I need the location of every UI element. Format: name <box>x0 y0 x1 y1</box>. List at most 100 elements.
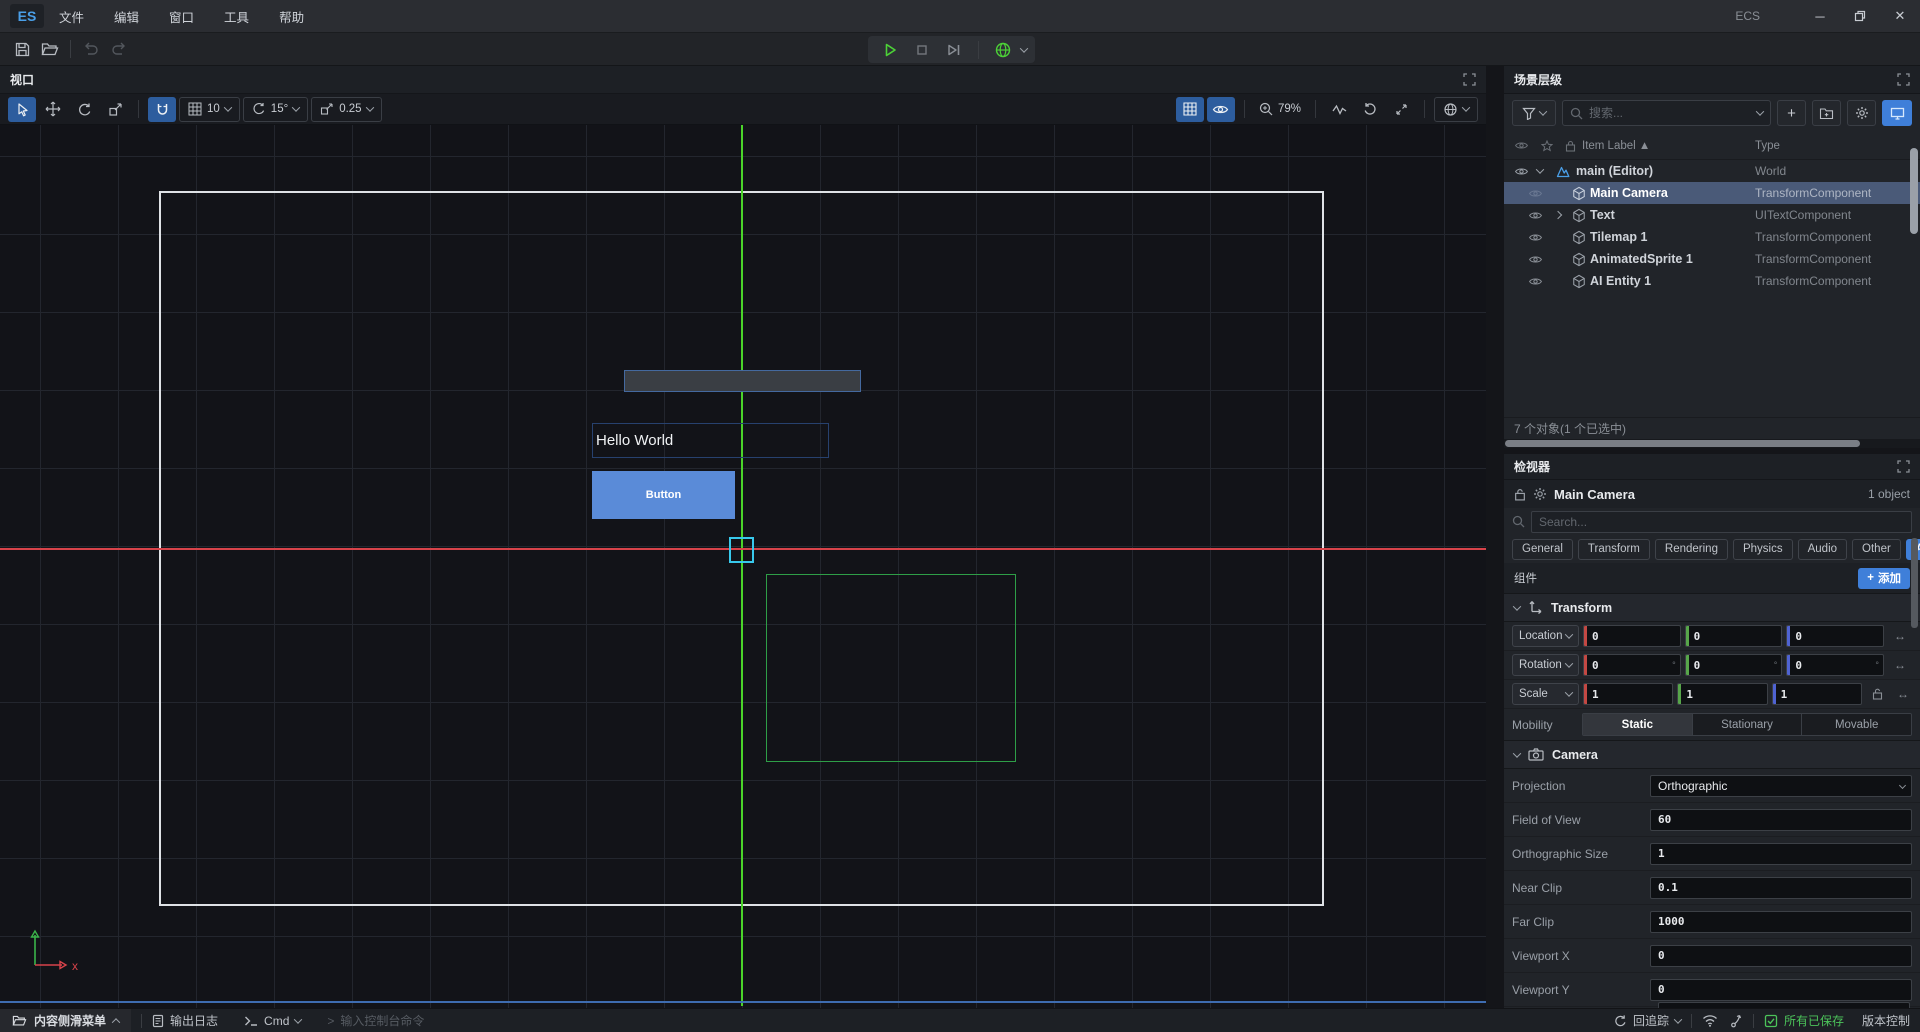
location-z-field[interactable]: 0 <box>1786 625 1884 647</box>
lock-object-icon[interactable] <box>1514 488 1526 501</box>
rotation-mode-dropdown[interactable]: Rotation <box>1512 654 1579 676</box>
inspector-vscrollbar[interactable] <box>1911 538 1918 628</box>
angle-snap-dropdown[interactable]: 15° <box>243 97 308 122</box>
rotation-z-field[interactable]: 0° <box>1786 654 1884 676</box>
tilemap-bounds-rect[interactable] <box>766 574 1016 762</box>
reset-location-icon[interactable]: ↔ <box>1888 629 1912 643</box>
far-clip-field[interactable]: 1000 <box>1650 911 1912 933</box>
unlock-scale-icon[interactable] <box>1866 688 1890 700</box>
panel-splitter[interactable] <box>1486 66 1504 1008</box>
hierarchy-hscrollbar[interactable] <box>1504 439 1920 448</box>
undo-button[interactable] <box>77 36 105 62</box>
world-run-button[interactable] <box>989 37 1017 63</box>
location-mode-dropdown[interactable]: Location <box>1512 625 1579 647</box>
expand-panel-icon[interactable] <box>1463 73 1476 86</box>
collapse-chevron-icon[interactable] <box>1536 165 1544 173</box>
inspector-search[interactable] <box>1531 511 1912 533</box>
field-of-view-field[interactable]: 60 <box>1650 809 1912 831</box>
move-tool-button[interactable] <box>39 97 67 122</box>
close-button[interactable]: ✕ <box>1880 0 1920 33</box>
menu-window[interactable]: 窗口 <box>154 0 209 33</box>
column-type[interactable]: Type <box>1755 140 1780 152</box>
hierarchy-vscrollbar[interactable] <box>1910 148 1918 234</box>
selection-box[interactable] <box>729 537 754 563</box>
tab-audio[interactable]: Audio <box>1798 539 1847 560</box>
expand-chevron-icon[interactable] <box>1554 211 1562 219</box>
scale-y-field[interactable]: 1 <box>1677 683 1767 705</box>
scene-canvas[interactable]: Hello World Button x <box>0 125 1486 1008</box>
snap-tool-button[interactable] <box>148 97 176 122</box>
play-button[interactable] <box>876 37 904 63</box>
eye-icon[interactable] <box>1528 254 1543 265</box>
mobility-static[interactable]: Static <box>1583 714 1693 735</box>
scale-z-field[interactable]: 1 <box>1772 683 1862 705</box>
expand-panel-icon[interactable] <box>1897 460 1910 473</box>
maximize-button[interactable] <box>1840 0 1880 33</box>
reset-rotation-icon[interactable]: ↔ <box>1888 658 1912 672</box>
rotation-x-field[interactable]: 0° <box>1583 654 1681 676</box>
save-status[interactable]: 所有已保存 <box>1764 1012 1844 1029</box>
column-item-label[interactable]: Item Label ▲ <box>1582 140 1650 152</box>
menu-edit[interactable]: 编辑 <box>99 0 154 33</box>
fullscreen-button[interactable] <box>1387 97 1415 122</box>
tree-row-animatedsprite[interactable]: AnimatedSprite 1 TransformComponent <box>1504 248 1920 270</box>
location-y-field[interactable]: 0 <box>1685 625 1783 647</box>
near-clip-field[interactable]: 0.1 <box>1650 877 1912 899</box>
select-tool-button[interactable] <box>8 97 36 122</box>
hierarchy-settings-button[interactable] <box>1847 100 1876 126</box>
zoom-level[interactable]: 79% <box>1254 97 1306 122</box>
ui-text-entity[interactable]: Hello World <box>592 423 829 458</box>
tree-row-tilemap[interactable]: Tilemap 1 TransformComponent <box>1504 226 1920 248</box>
tab-general[interactable]: General <box>1512 539 1573 560</box>
mobility-movable[interactable]: Movable <box>1802 714 1911 735</box>
scale-x-field[interactable]: 1 <box>1583 683 1673 705</box>
menu-file[interactable]: 文件 <box>44 0 99 33</box>
tab-rendering[interactable]: Rendering <box>1655 539 1728 560</box>
filter-button[interactable] <box>1512 100 1556 126</box>
favorite-column-icon[interactable] <box>1541 140 1553 152</box>
open-button[interactable] <box>36 36 64 62</box>
minimize-button[interactable]: ─ <box>1800 0 1840 33</box>
hierarchy-search[interactable] <box>1562 100 1771 126</box>
menu-help[interactable]: 帮助 <box>264 0 319 33</box>
stop-button[interactable] <box>908 37 936 63</box>
run-mode-chevron-icon[interactable] <box>1020 44 1028 52</box>
redo-button[interactable] <box>105 36 133 62</box>
expand-panel-icon[interactable] <box>1897 73 1910 86</box>
save-button[interactable] <box>8 36 36 62</box>
ui-button-entity[interactable]: Button <box>592 471 735 519</box>
camera-section-header[interactable]: Camera <box>1504 740 1920 769</box>
tree-row-main-camera[interactable]: Main Camera TransformComponent <box>1504 182 1920 204</box>
eye-icon[interactable] <box>1528 188 1543 199</box>
output-log-button[interactable]: 输出日志 <box>152 1012 218 1029</box>
viewport-world-dropdown[interactable] <box>1434 97 1478 122</box>
viewport-y-field[interactable]: 0 <box>1650 979 1912 1001</box>
backtrace-dropdown[interactable]: 回追踪 <box>1613 1012 1681 1029</box>
add-component-button[interactable]: + 添加 <box>1858 568 1910 589</box>
location-x-field[interactable]: 0 <box>1583 625 1681 647</box>
visibility-column-icon[interactable] <box>1514 140 1529 151</box>
tree-row-text[interactable]: Text UITextComponent <box>1504 204 1920 226</box>
projection-select[interactable]: Orthographic <box>1650 775 1912 797</box>
eye-icon[interactable] <box>1528 276 1543 287</box>
tab-physics[interactable]: Physics <box>1733 539 1793 560</box>
show-gizmos-button[interactable] <box>1207 97 1235 122</box>
add-entity-button[interactable]: + <box>1777 100 1806 126</box>
eye-icon[interactable] <box>1528 232 1543 243</box>
content-drawer-button[interactable]: 内容侧滑菜单 <box>0 1009 131 1032</box>
step-button[interactable] <box>940 37 968 63</box>
menu-tools[interactable]: 工具 <box>209 0 264 33</box>
viewport-x-field[interactable]: 0 <box>1650 945 1912 967</box>
rotate-tool-button[interactable] <box>70 97 98 122</box>
scale-tool-button[interactable] <box>101 97 129 122</box>
new-folder-button[interactable] <box>1812 100 1841 126</box>
eye-icon[interactable] <box>1514 166 1529 177</box>
scale-mode-dropdown[interactable]: Scale <box>1512 683 1579 705</box>
stats-button[interactable] <box>1325 97 1353 122</box>
lock-column-icon[interactable] <box>1565 140 1576 152</box>
reset-view-button[interactable] <box>1356 97 1384 122</box>
tab-transform[interactable]: Transform <box>1578 539 1650 560</box>
show-grid-button[interactable] <box>1176 97 1204 122</box>
version-control-button[interactable]: 版本控制 <box>1862 1012 1910 1029</box>
object-settings-icon[interactable] <box>1533 487 1547 501</box>
